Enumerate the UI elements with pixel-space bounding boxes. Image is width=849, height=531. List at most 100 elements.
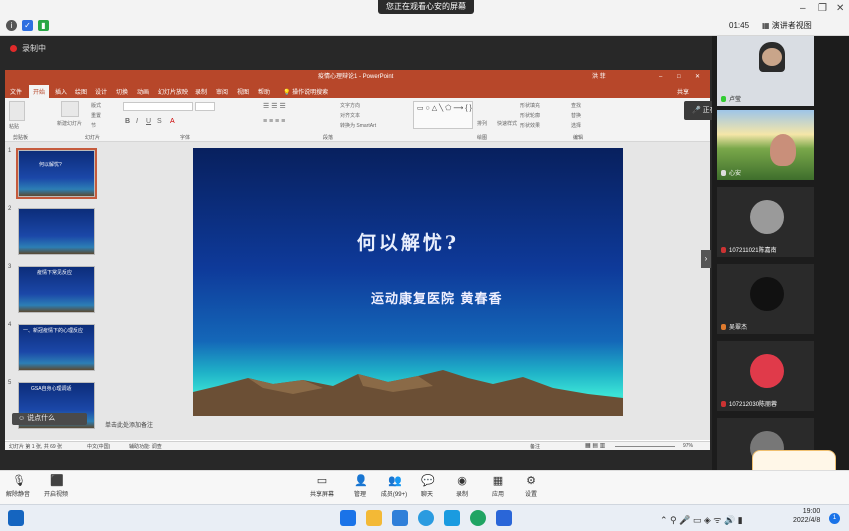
thumb-title: GSA自身心理调适: [31, 386, 72, 392]
share-screen-button[interactable]: ▭ 共享屏幕: [302, 475, 342, 498]
align-text-button[interactable]: 对齐文本: [340, 112, 360, 119]
mute-button[interactable]: 🎙 解除静音: [0, 475, 38, 498]
tab-animations[interactable]: 动画: [137, 87, 149, 96]
slide-thumbnail-2[interactable]: [18, 208, 95, 255]
meeting-app-icon[interactable]: [444, 510, 460, 526]
collapse-panel-button[interactable]: ›: [701, 250, 711, 268]
group-drawing: 绘图: [477, 135, 488, 141]
shapes-gallery[interactable]: ▭ ○ △ ╲ ⬠ ⟶ { }: [413, 101, 473, 129]
info-icon[interactable]: i: [6, 20, 17, 31]
share-button[interactable]: 共享: [677, 87, 689, 96]
tell-me-search[interactable]: 💡 操作说明搜索: [283, 87, 328, 96]
chat-app-icon[interactable]: [470, 510, 486, 526]
view-buttons-icon[interactable]: ▦ ▤ ▥: [585, 442, 605, 449]
screen-share-banner[interactable]: 您正在观看心安的屏幕: [378, 0, 474, 14]
section-button[interactable]: 节: [91, 122, 96, 129]
ppt-close-icon[interactable]: ✕: [695, 70, 700, 84]
slide-thumbnail-3[interactable]: 疫情下常见反应: [18, 266, 95, 313]
mail-icon[interactable]: [392, 510, 408, 526]
restore-icon[interactable]: ❐: [818, 3, 827, 14]
participant-tile[interactable]: 吴翠杰: [717, 264, 814, 334]
record-button[interactable]: ◉ 录制: [442, 475, 482, 498]
tab-record[interactable]: 录制: [195, 87, 207, 96]
bullets-icon[interactable]: ☰ ☰ ☰: [263, 102, 286, 110]
tab-review[interactable]: 审阅: [216, 87, 228, 96]
group-editing: 编辑: [573, 135, 584, 141]
smartart-button[interactable]: 转换为 SmartArt: [340, 122, 376, 129]
accessibility-status[interactable]: 辅助功能: 调查: [129, 443, 162, 450]
tab-view[interactable]: 视图: [237, 87, 249, 96]
zoom-slider[interactable]: [615, 446, 675, 447]
paste-label: 粘贴: [9, 124, 20, 130]
app-icon[interactable]: [8, 510, 24, 526]
strikethrough-button[interactable]: S: [157, 118, 162, 125]
mic-muted-icon: [721, 401, 726, 408]
tab-insert[interactable]: 插入: [55, 87, 67, 96]
italic-button[interactable]: I: [136, 118, 138, 125]
close-icon[interactable]: ✕: [836, 3, 844, 14]
tab-slideshow[interactable]: 幻灯片放映: [158, 87, 188, 96]
minimize-icon[interactable]: –: [800, 3, 806, 14]
tab-help[interactable]: 帮助: [258, 87, 270, 96]
text-direction-button[interactable]: 文字方向: [340, 102, 360, 109]
participant-tile[interactable]: 107212030陈丽蓉: [717, 341, 814, 411]
notes-toggle[interactable]: 备注: [530, 443, 540, 450]
underline-button[interactable]: U: [146, 118, 151, 125]
file-explorer-icon[interactable]: [366, 510, 382, 526]
layout-button[interactable]: 版式: [91, 102, 101, 109]
participant-name: 卢莹: [721, 94, 741, 103]
tab-transitions[interactable]: 切换: [116, 87, 128, 96]
ppt-title-bar: 疫情心理辩论1 - PowerPoint 洪 菲 – □ ✕: [5, 70, 710, 84]
edge-icon[interactable]: [418, 510, 434, 526]
bold-button[interactable]: B: [125, 118, 130, 125]
windows-start-icon[interactable]: [340, 510, 356, 526]
font-family-select[interactable]: [123, 102, 193, 111]
shape-effects-button[interactable]: 形状效果: [520, 122, 540, 129]
view-mode-button[interactable]: ▦ 演讲者视图: [762, 20, 822, 32]
video-button[interactable]: ⬛ 开启视频: [36, 475, 76, 498]
shape-fill-button[interactable]: 形状填充: [520, 102, 540, 109]
participant-tile[interactable]: 卢莹: [717, 36, 814, 106]
shape-outline-button[interactable]: 形状轮廓: [520, 112, 540, 119]
paste-icon[interactable]: [9, 101, 25, 121]
replace-button[interactable]: 替换: [571, 112, 581, 119]
participant-tile[interactable]: 107211021陈嘉南: [717, 187, 814, 257]
align-icon[interactable]: ≡ ≡ ≡ ≡: [263, 118, 285, 125]
quick-styles-button[interactable]: 快速样式: [497, 120, 517, 127]
arrange-button[interactable]: 排列: [477, 120, 487, 127]
tray-icons[interactable]: ⌃ ⚲ 🎤 ▭ ◈ ᯤ 🔊 ▮: [660, 513, 743, 526]
ppt-maximize-icon[interactable]: □: [677, 70, 681, 84]
tab-home[interactable]: 开始: [29, 85, 50, 98]
signal-icon[interactable]: ▮: [38, 20, 49, 31]
system-clock[interactable]: 19:00 2022/4/8: [793, 507, 820, 525]
new-slide-label[interactable]: 新建幻灯片: [57, 120, 83, 127]
reset-button[interactable]: 重置: [91, 112, 101, 119]
avatar: [750, 354, 784, 388]
font-color-button[interactable]: A: [170, 118, 175, 125]
shield-icon[interactable]: ✓: [22, 20, 33, 31]
notification-badge[interactable]: 1: [829, 513, 840, 524]
smile-icon: ☺: [18, 415, 28, 422]
tab-draw[interactable]: 绘图: [75, 87, 87, 96]
zoom-level[interactable]: 97%: [683, 443, 693, 449]
chat-input-hint[interactable]: ☺ 说点什么: [12, 413, 87, 425]
current-slide[interactable]: 何以解忧? 运动康复医院 黄春香: [193, 148, 623, 416]
participant-tile[interactable]: 心安: [717, 110, 814, 180]
manage-label: 管理: [353, 492, 366, 498]
select-button[interactable]: 选择: [571, 122, 581, 129]
font-size-select[interactable]: [195, 102, 215, 111]
tab-file[interactable]: 文件: [10, 87, 22, 96]
camera-icon: ⬛: [50, 475, 64, 487]
find-button[interactable]: 查找: [571, 102, 581, 109]
chat-button[interactable]: 💬 聊天: [407, 475, 447, 498]
ppt-minimize-icon[interactable]: –: [659, 70, 662, 84]
new-slide-icon[interactable]: [61, 101, 79, 117]
tencent-meeting-icon[interactable]: [496, 510, 512, 526]
language-status[interactable]: 中文(中国): [87, 443, 110, 450]
tab-design[interactable]: 设计: [95, 87, 107, 96]
slide-thumbnail-4[interactable]: 一、新冠疫情下的心理反应: [18, 324, 95, 371]
slide-thumbnail-1[interactable]: 何以解忧?: [16, 148, 97, 199]
notes-placeholder[interactable]: 单击此处添加备注: [105, 420, 153, 429]
recording-indicator: 录制中: [10, 43, 46, 54]
settings-button[interactable]: ⚙ 设置: [511, 475, 551, 498]
